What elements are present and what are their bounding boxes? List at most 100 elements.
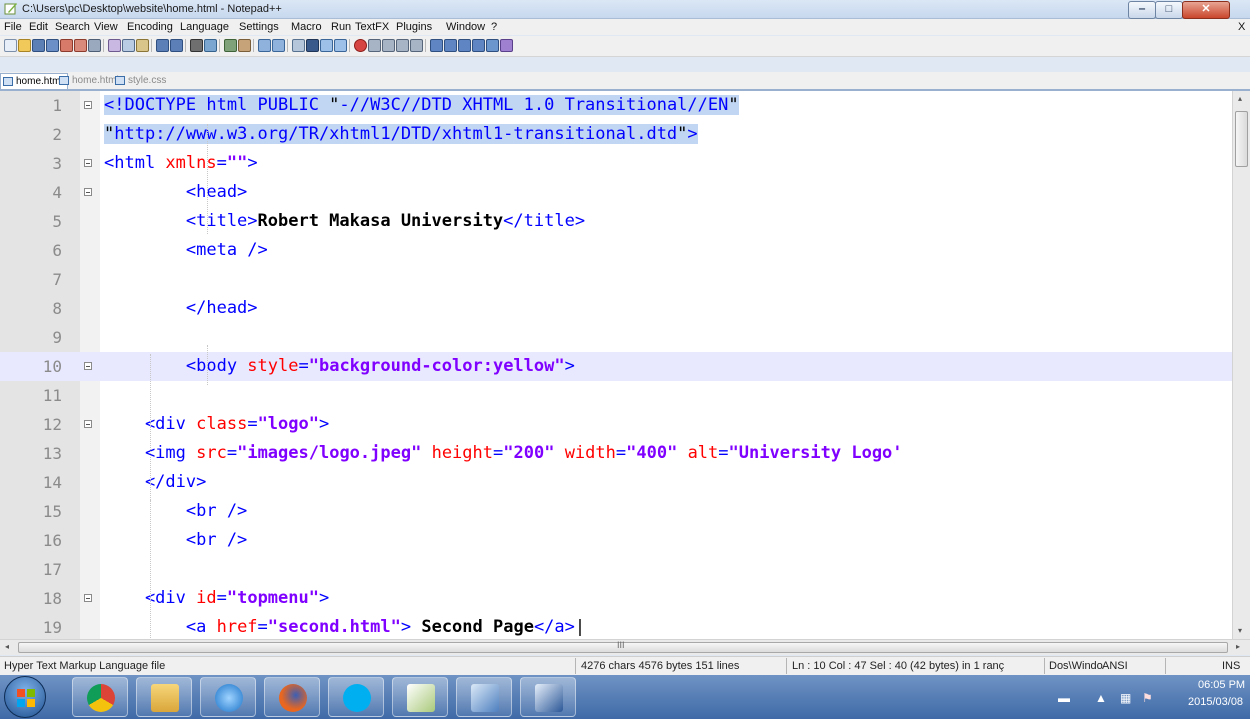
stop-macro-icon[interactable]: [368, 39, 381, 52]
scroll-right-icon[interactable]: ▸: [1236, 642, 1240, 651]
show-hidden-icons-icon[interactable]: ▲: [1095, 691, 1107, 705]
code-line[interactable]: 7: [0, 265, 1232, 294]
network-icon[interactable]: ▦: [1120, 691, 1131, 705]
code-line[interactable]: 1 <!DOCTYPE html PUBLIC "-//W3C//DTD XHTM…: [0, 91, 1232, 120]
clock-date[interactable]: 2015/03/08: [1188, 696, 1243, 708]
menu-window[interactable]: Window: [446, 21, 485, 33]
menu-view[interactable]: View: [94, 21, 118, 33]
textfx-save-icon[interactable]: [486, 39, 499, 52]
scroll-left-icon[interactable]: ◂: [5, 642, 9, 651]
menu-language[interactable]: Language: [180, 21, 229, 33]
spell-check-icon[interactable]: [500, 39, 513, 52]
taskbar-chrome[interactable]: [72, 677, 128, 717]
tab-style-css[interactable]: style.css: [113, 73, 170, 88]
taskbar-firefox[interactable]: [264, 677, 320, 717]
replace-icon[interactable]: [204, 39, 217, 52]
word-wrap-icon[interactable]: [292, 39, 305, 52]
textfx-icon[interactable]: [430, 39, 443, 52]
code-line[interactable]: 16 <br />: [0, 526, 1232, 555]
redo-icon[interactable]: [170, 39, 183, 52]
code-line[interactable]: 13 <img src="images/logo.jpeg" height="2…: [0, 439, 1232, 468]
copy-icon[interactable]: [122, 39, 135, 52]
code-line[interactable]: 6 <meta />: [0, 236, 1232, 265]
paste-icon[interactable]: [136, 39, 149, 52]
code-line[interactable]: 8 </head>: [0, 294, 1232, 323]
code-line[interactable]: 14 </div>: [0, 468, 1232, 497]
user-language-icon[interactable]: [334, 39, 347, 52]
code-editor[interactable]: 1 <!DOCTYPE html PUBLIC "-//W3C//DTD XHTM…: [0, 91, 1232, 639]
taskbar-notepad-plus-plus[interactable]: [392, 677, 448, 717]
record-macro-icon[interactable]: [354, 39, 367, 52]
menu-macro[interactable]: Macro: [291, 21, 322, 33]
menu-textfx[interactable]: TextFX: [355, 21, 389, 33]
menu-help[interactable]: ?: [491, 21, 497, 33]
scroll-down-icon[interactable]: ▾: [1238, 626, 1242, 635]
action-center-icon[interactable]: ⚑: [1142, 691, 1153, 705]
close-all-icon[interactable]: [74, 39, 87, 52]
taskbar-clipboard[interactable]: [456, 677, 512, 717]
menu-settings[interactable]: Settings: [239, 21, 279, 33]
fold-toggle-icon[interactable]: [84, 101, 92, 109]
close-window-button[interactable]: ✕: [1182, 1, 1230, 19]
horizontal-scrollbar[interactable]: ◂ III ▸: [0, 639, 1250, 655]
close-file-icon[interactable]: [60, 39, 73, 52]
code-line[interactable]: 11: [0, 381, 1232, 410]
code-line[interactable]: 9: [0, 323, 1232, 352]
play-macro-icon[interactable]: [382, 39, 395, 52]
menu-file[interactable]: File: [4, 21, 22, 33]
sync-vertical-icon[interactable]: [258, 39, 271, 52]
code-line[interactable]: 5 <title>Robert Makasa University</title…: [0, 207, 1232, 236]
vertical-scrollbar[interactable]: ▴ ▾: [1232, 91, 1250, 639]
menu-run[interactable]: Run: [331, 21, 351, 33]
code-line[interactable]: 3 <html xmlns="">: [0, 149, 1232, 178]
save-all-icon[interactable]: [46, 39, 59, 52]
menu-search[interactable]: Search: [55, 21, 90, 33]
minimize-button[interactable]: ‒: [1128, 1, 1156, 19]
zoom-out-icon[interactable]: [238, 39, 251, 52]
save-icon[interactable]: [32, 39, 45, 52]
code-line[interactable]: 4 <head>: [0, 178, 1232, 207]
code-line[interactable]: 10 <body style="background-color:yellow"…: [0, 352, 1232, 381]
taskbar-skype[interactable]: [328, 677, 384, 717]
menu-encoding[interactable]: Encoding: [127, 21, 173, 33]
taskbar-file-explorer[interactable]: [136, 677, 192, 717]
play-multiple-macro-icon[interactable]: [396, 39, 409, 52]
textfx-down-icon[interactable]: [458, 39, 471, 52]
keyboard-icon[interactable]: ▬: [1058, 691, 1070, 705]
cut-icon[interactable]: [108, 39, 121, 52]
code-line[interactable]: 18 <div id="topmenu">: [0, 584, 1232, 613]
menu-edit[interactable]: Edit: [29, 21, 48, 33]
textfx-up-icon[interactable]: [444, 39, 457, 52]
fold-toggle-icon[interactable]: [84, 159, 92, 167]
new-file-icon[interactable]: [4, 39, 17, 52]
code-line[interactable]: 19 <a href="second.html"> Second Page</a…: [0, 613, 1232, 639]
fold-toggle-icon[interactable]: [84, 420, 92, 428]
clock-time[interactable]: 06:05 PM: [1198, 679, 1245, 691]
fold-toggle-icon[interactable]: [84, 594, 92, 602]
zoom-in-icon[interactable]: [224, 39, 237, 52]
fold-toggle-icon[interactable]: [84, 362, 92, 370]
taskbar-internet-explorer[interactable]: [200, 677, 256, 717]
taskbar-word[interactable]: [520, 677, 576, 717]
show-all-characters-icon[interactable]: [306, 39, 319, 52]
code-line[interactable]: 17: [0, 555, 1232, 584]
textfx-sort-icon[interactable]: [472, 39, 485, 52]
close-document-button[interactable]: X: [1238, 21, 1245, 33]
print-icon[interactable]: [88, 39, 101, 52]
code-line[interactable]: 12 <div class="logo">: [0, 410, 1232, 439]
code-line[interactable]: 15 <br />: [0, 497, 1232, 526]
sync-horizontal-icon[interactable]: [272, 39, 285, 52]
vertical-scroll-thumb[interactable]: [1235, 111, 1248, 167]
open-file-icon[interactable]: [18, 39, 31, 52]
undo-icon[interactable]: [156, 39, 169, 52]
horizontal-scroll-thumb[interactable]: III: [18, 640, 1228, 653]
scroll-up-icon[interactable]: ▴: [1238, 94, 1242, 103]
code-line[interactable]: 2 "http://www.w3.org/TR/xhtml1/DTD/xhtml1…: [0, 120, 1232, 149]
menu-plugins[interactable]: Plugins: [396, 21, 432, 33]
maximize-button[interactable]: □: [1155, 1, 1183, 19]
save-macro-icon[interactable]: [410, 39, 423, 52]
find-icon[interactable]: [190, 39, 203, 52]
fold-toggle-icon[interactable]: [84, 188, 92, 196]
indent-guide-icon[interactable]: [320, 39, 333, 52]
start-button[interactable]: [4, 676, 46, 718]
